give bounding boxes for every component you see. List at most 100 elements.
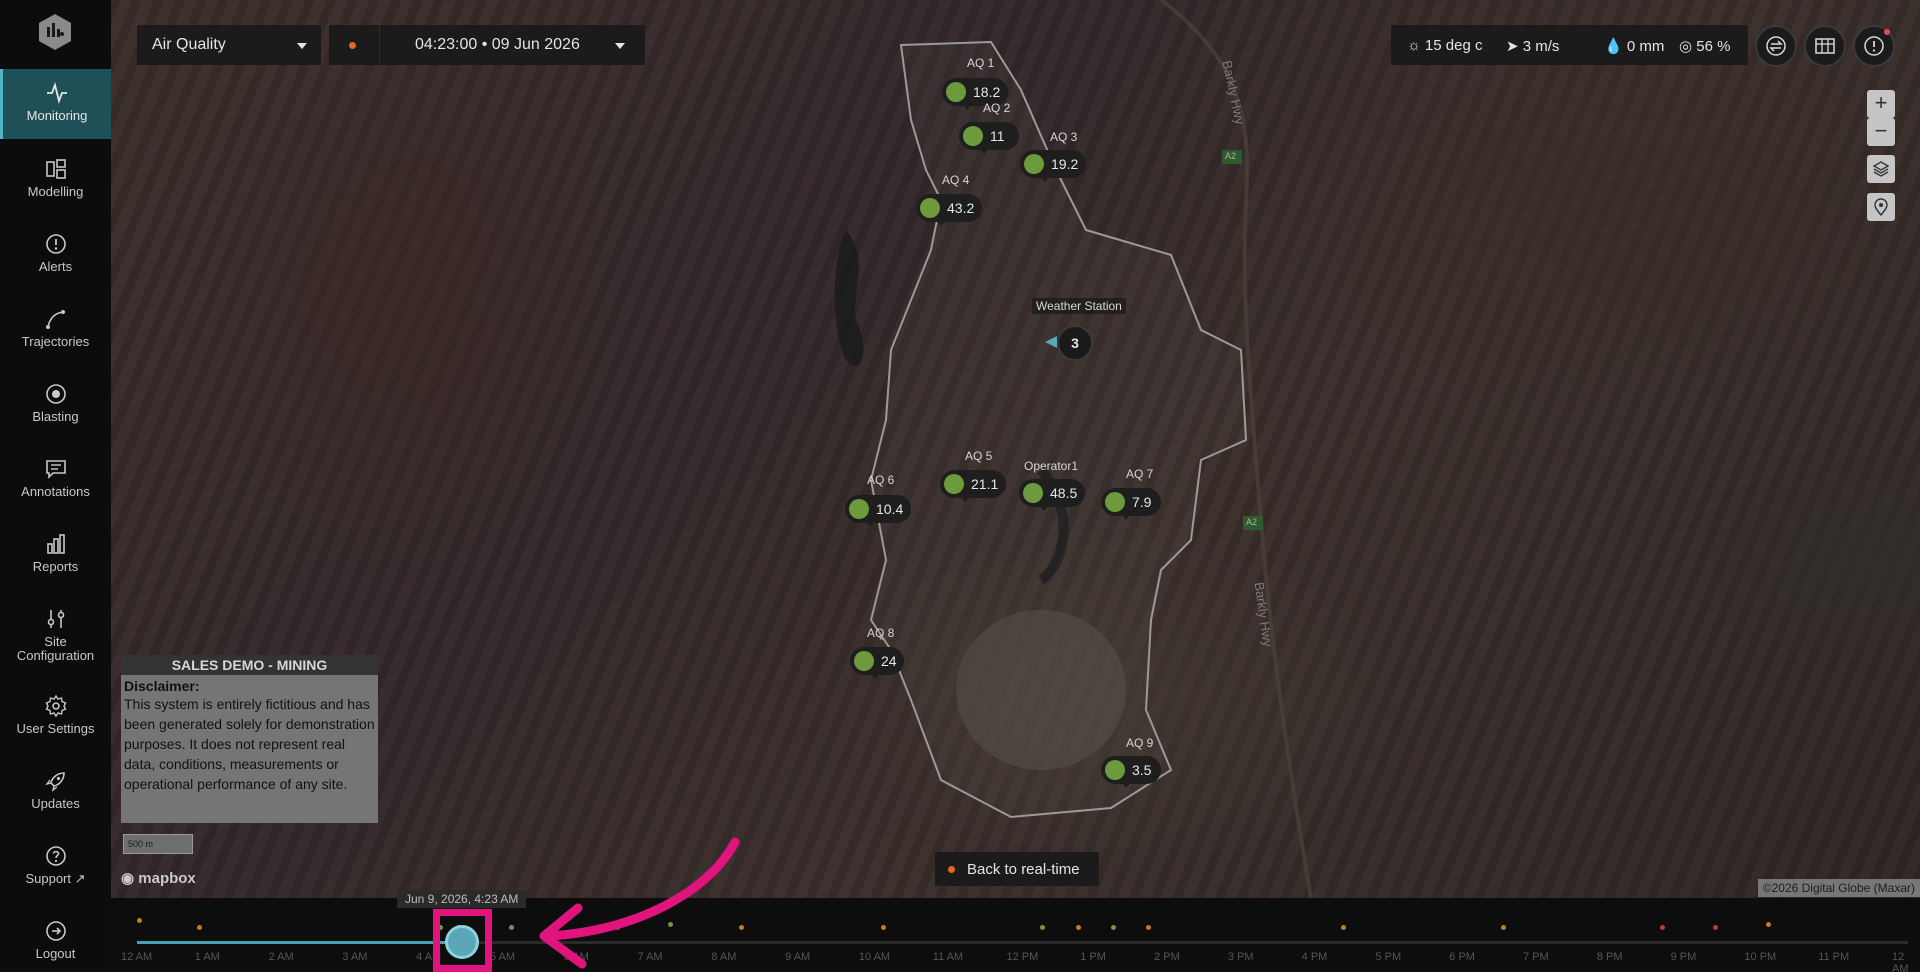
sidebar-item-alerts[interactable]: Alerts xyxy=(0,220,111,290)
timeline-tick-label: 3 PM xyxy=(1227,951,1254,963)
timeline-tick-label: 2 PM xyxy=(1154,951,1180,963)
sensor-value-pill[interactable]: 7.9 xyxy=(1101,488,1161,520)
timeline-event-marker[interactable] xyxy=(508,925,514,930)
weather-station-marker[interactable]: 3 xyxy=(1057,325,1093,361)
alerts-button[interactable] xyxy=(1853,25,1895,67)
sensor-value-pill[interactable]: 24 xyxy=(850,647,904,679)
humidity-icon: ◎ xyxy=(1679,38,1693,55)
sidebar-item-label: Trajectories xyxy=(21,334,90,349)
sensor-value-pill[interactable]: 3.5 xyxy=(1101,756,1161,788)
timeline-tick-label: 10 PM xyxy=(1744,951,1777,963)
sidebar-item-support[interactable]: Support ↗ xyxy=(0,832,111,902)
sensor-name: AQ 8 xyxy=(867,626,895,640)
sensor-name: AQ 2 xyxy=(983,101,1011,115)
wind-readout: ➤ 3 m/s xyxy=(1506,37,1559,55)
rain-readout: 💧 0 mm xyxy=(1604,37,1664,55)
pill-pointer xyxy=(979,148,989,154)
status-dot xyxy=(963,126,983,146)
sidebar-item-annotations[interactable]: Annotations xyxy=(0,445,111,515)
rocket-icon xyxy=(44,772,65,792)
humidity-value: 56 % xyxy=(1696,38,1731,55)
sidebar-item-trajectories[interactable]: Trajectories xyxy=(0,295,111,365)
bar-chart-icon xyxy=(46,534,65,554)
help-icon xyxy=(45,846,66,866)
sensor-value-pill[interactable]: 48.5 xyxy=(1019,479,1085,511)
timeline-tick-label: 5 AM xyxy=(489,951,516,963)
target-icon xyxy=(45,384,66,404)
location-button[interactable] xyxy=(1867,193,1895,221)
sidebar-item-updates[interactable]: Updates xyxy=(0,757,111,827)
wind-direction-icon: ➤ xyxy=(1506,38,1519,55)
sidebar-item-label: Logout xyxy=(35,946,76,961)
pulse-icon xyxy=(47,81,67,105)
sidebar-item-blasting[interactable]: Blasting xyxy=(0,370,111,440)
app-logo[interactable] xyxy=(35,12,75,52)
comment-icon xyxy=(45,460,66,479)
sensor-value-pill[interactable]: 11 xyxy=(959,122,1019,154)
time-display: 04:23:00 • 09 Jun 2026 xyxy=(415,36,580,53)
sensor-value-pill[interactable]: 10.4 xyxy=(845,495,911,527)
road-badge: A2 xyxy=(1225,151,1237,161)
pill-pointer xyxy=(936,220,946,226)
timeline-tick-label: 2 AM xyxy=(268,951,294,963)
mapbox-logo[interactable]: ◉ mapbox xyxy=(121,869,196,887)
gear-icon xyxy=(45,694,66,718)
droplet-icon: 💧 xyxy=(1604,38,1623,55)
weather-station-count: 3 xyxy=(1071,335,1079,351)
sensor-value: 24 xyxy=(881,653,897,669)
back-to-realtime-label: Back to real-time xyxy=(967,861,1080,878)
zoom-in-button[interactable]: + xyxy=(1867,90,1895,118)
timeline-tick-label: 10 AM xyxy=(858,951,891,963)
map-view[interactable]: Barkly Hwy Barkly Hwy A2 A2 Air Quality … xyxy=(111,0,1920,898)
sidebar-item-modelling[interactable]: Modelling xyxy=(0,145,111,215)
live-status-dot xyxy=(948,866,955,873)
sidebar-item-reports[interactable]: Reports xyxy=(0,520,111,590)
layer-select[interactable]: Air Quality xyxy=(137,25,321,65)
timeline-tick-label: 12 AM xyxy=(121,951,153,963)
swap-button[interactable] xyxy=(1755,25,1797,67)
sidebar-item-monitoring[interactable]: Monitoring xyxy=(0,69,111,139)
chevron-down-icon xyxy=(297,43,307,49)
sensor-name: AQ 4 xyxy=(942,173,970,187)
app: Monitoring Modelling Alerts Trajectories… xyxy=(0,0,1920,972)
sensor-value-pill[interactable]: 19.2 xyxy=(1020,150,1086,182)
zoom-out-button[interactable]: − xyxy=(1867,118,1895,146)
sensor-value: 11 xyxy=(990,128,1005,144)
timeline-event-marker[interactable] xyxy=(137,918,142,923)
sidebar-item-user-settings[interactable]: User Settings xyxy=(0,682,111,752)
back-to-realtime-button[interactable]: Back to real-time xyxy=(935,852,1099,886)
timeline-tick-label: 11 AM xyxy=(932,951,964,963)
sensor-value: 19.2 xyxy=(1051,156,1079,172)
weather-bar: ☼ 15 deg c ➤ 3 m/s 💧 0 mm ◎ 56 % xyxy=(1391,25,1748,65)
sidebar-item-label: Site xyxy=(44,634,67,649)
timeline-event-marker[interactable] xyxy=(1500,925,1506,930)
disclaimer-panel: SALES DEMO - MINING Disclaimer: This sys… xyxy=(121,655,378,823)
status-dot xyxy=(1105,492,1125,512)
sensor-value: 7.9 xyxy=(1132,494,1152,510)
timeline-event-marker[interactable] xyxy=(880,925,886,930)
sidebar: Monitoring Modelling Alerts Trajectories… xyxy=(0,0,111,972)
time-select[interactable]: 04:23:00 • 09 Jun 2026 xyxy=(329,25,645,65)
sensor-value-pill[interactable]: 43.2 xyxy=(916,194,982,226)
pill-pointer xyxy=(962,104,972,110)
sidebar-item-site-configuration[interactable]: Site Configuration xyxy=(0,595,111,675)
timeline-event-marker[interactable] xyxy=(1075,925,1081,930)
timeline-tick-label: 11 PM xyxy=(1818,951,1850,963)
timeline-tick-label: 3 AM xyxy=(342,951,368,963)
status-dot xyxy=(920,198,940,218)
sensor-value-pill[interactable]: 21.1 xyxy=(940,470,1006,502)
pill-pointer xyxy=(1121,782,1131,788)
logout-icon xyxy=(45,921,66,941)
sidebar-item-logout[interactable]: Logout xyxy=(0,907,111,972)
mapbox-icon: ◉ xyxy=(121,870,135,887)
sensor-value: 48.5 xyxy=(1050,485,1078,501)
live-status-dot xyxy=(349,42,356,49)
grid-view-button[interactable] xyxy=(1804,25,1846,67)
timeline-tick-label: 1 AM xyxy=(194,951,220,963)
layers-button[interactable] xyxy=(1867,155,1895,183)
sensor-name: AQ 9 xyxy=(1126,736,1154,750)
sensor-name: AQ 1 xyxy=(967,56,995,70)
disclaimer-heading: Disclaimer: xyxy=(124,678,200,694)
alert-circle-icon xyxy=(1864,36,1884,56)
temperature-readout: ☼ 15 deg c xyxy=(1407,37,1482,54)
